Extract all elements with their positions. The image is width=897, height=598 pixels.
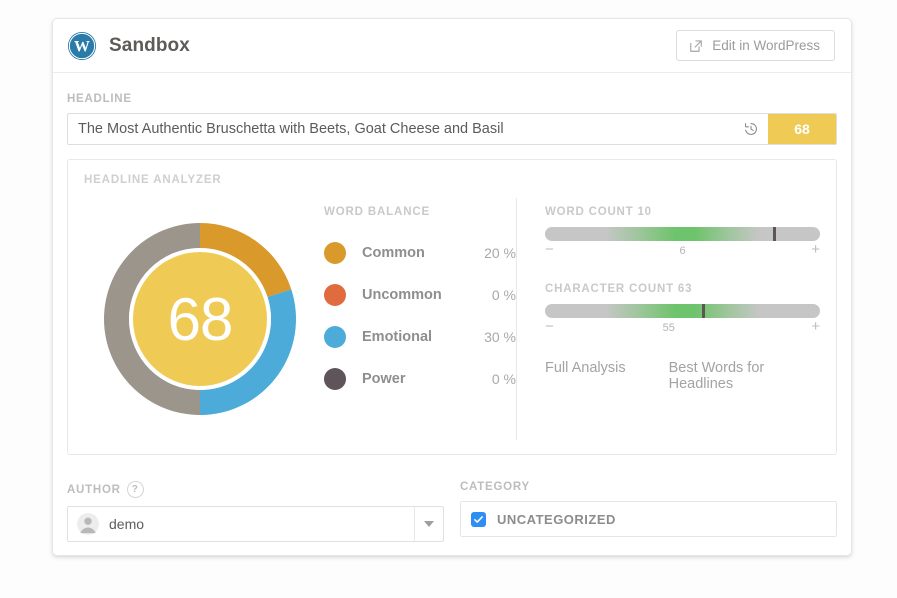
legend-percent-emotional: 30 % bbox=[484, 329, 516, 345]
category-section: CATEGORY UNCATEGORIZED bbox=[460, 481, 837, 542]
legend-percent-common: 20 % bbox=[484, 245, 516, 261]
legend-label-power: Power bbox=[362, 371, 406, 387]
category-field-label: CATEGORY bbox=[460, 481, 837, 493]
character-count-meter: CHARACTER COUNT 63 − 55 + bbox=[545, 283, 820, 338]
category-checkbox-uncategorized[interactable] bbox=[471, 511, 486, 527]
donut-chart-wrap: 68 bbox=[88, 207, 312, 431]
word-count-track[interactable] bbox=[545, 227, 820, 241]
legend-item-emotional: Emotional 30 % bbox=[324, 316, 516, 358]
headline-input[interactable] bbox=[68, 114, 734, 144]
author-selected-value: demo bbox=[109, 516, 145, 532]
word-count-meter: WORD COUNT 10 − 6 + bbox=[545, 206, 820, 261]
edit-in-wordpress-button[interactable]: Edit in WordPress bbox=[676, 30, 835, 61]
character-count-label: CHARACTER COUNT 63 bbox=[545, 283, 693, 295]
character-count-scale: − 55 + bbox=[545, 318, 820, 338]
legend-label-common: Common bbox=[362, 245, 425, 261]
category-label-text: CATEGORY bbox=[460, 481, 530, 493]
category-list: UNCATEGORIZED bbox=[460, 501, 837, 537]
author-help-icon[interactable]: ? bbox=[126, 481, 144, 498]
legend-dot-power bbox=[324, 368, 346, 390]
headline-score-badge[interactable]: 68 bbox=[768, 114, 836, 144]
donut-chart-svg bbox=[104, 223, 296, 415]
author-dropdown-toggle[interactable] bbox=[414, 507, 443, 541]
character-count-track[interactable] bbox=[545, 304, 820, 318]
headline-history-button[interactable] bbox=[734, 114, 768, 144]
headline-field-label: HEADLINE bbox=[67, 93, 837, 105]
best-words-link[interactable]: Best Words for Headlines bbox=[669, 360, 820, 392]
headline-analyzer-panel: HEADLINE ANALYZER 68 WORD BALANCE Common… bbox=[67, 159, 837, 455]
legend-item-power: Power 0 % bbox=[324, 358, 516, 400]
word-balance-chart: 68 bbox=[84, 194, 316, 444]
checkmark-icon bbox=[474, 515, 483, 523]
user-avatar-icon bbox=[77, 513, 99, 535]
author-section: AUTHOR ? demo bbox=[67, 481, 444, 542]
word-count-label: WORD COUNT 10 bbox=[545, 206, 652, 218]
svg-text:W: W bbox=[74, 38, 90, 55]
site-title: Sandbox bbox=[109, 34, 190, 56]
word-count-scale: − 6 + bbox=[545, 241, 820, 261]
word-count-mid-label: 6 bbox=[679, 245, 686, 257]
post-editor-card: W Sandbox Edit in WordPress HEADLINE The… bbox=[52, 18, 852, 556]
author-select[interactable]: demo bbox=[67, 506, 444, 542]
card-header: W Sandbox Edit in WordPress bbox=[53, 19, 851, 73]
external-link-icon bbox=[690, 39, 703, 52]
word-count-minus: − bbox=[545, 241, 554, 258]
full-analysis-link[interactable]: Full Analysis bbox=[545, 360, 669, 392]
legend-label-emotional: Emotional bbox=[362, 329, 433, 345]
author-label-text: AUTHOR bbox=[67, 483, 121, 496]
character-count-marker bbox=[701, 304, 705, 318]
legend-item-uncommon: Uncommon 0 % bbox=[324, 274, 516, 316]
character-count-optimal-band bbox=[605, 304, 760, 318]
word-balance-title: WORD BALANCE bbox=[324, 206, 431, 218]
category-label-uncategorized: UNCATEGORIZED bbox=[497, 511, 616, 527]
word-count-marker bbox=[773, 227, 777, 241]
analyzer-links: Full Analysis Best Words for Headlines bbox=[545, 360, 820, 392]
legend-item-common: Common 20 % bbox=[324, 232, 516, 274]
headline-row: 68 bbox=[67, 113, 837, 145]
legend-percent-uncommon: 0 % bbox=[491, 287, 516, 303]
legend-dot-uncommon bbox=[324, 284, 346, 306]
analyzer-meters: WORD COUNT 10 − 6 + CHARACTER COUNT 63 −… bbox=[517, 194, 820, 444]
revision-history-icon bbox=[745, 122, 757, 135]
author-field-label: AUTHOR ? bbox=[67, 481, 444, 498]
word-count-plus: + bbox=[811, 241, 820, 258]
analyzer-columns: 68 WORD BALANCE Common 20 % Uncommon 0 %… bbox=[84, 194, 820, 444]
chevron-down-icon bbox=[424, 521, 434, 527]
headline-label-text: HEADLINE bbox=[67, 93, 132, 105]
card-body: HEADLINE 68 HEADLINE ANALYZER bbox=[53, 73, 851, 542]
legend-dot-common bbox=[324, 242, 346, 264]
character-count-plus: + bbox=[811, 318, 820, 335]
bottom-row: AUTHOR ? demo CATEGORY UNCATEGORIZED bbox=[67, 481, 837, 542]
wordpress-logo-icon: W bbox=[67, 31, 97, 60]
edit-in-wordpress-label: Edit in WordPress bbox=[712, 38, 820, 53]
legend-percent-power: 0 % bbox=[491, 371, 516, 387]
app-root: W Sandbox Edit in WordPress HEADLINE The… bbox=[0, 0, 897, 598]
legend-label-uncommon: Uncommon bbox=[362, 287, 442, 303]
analyzer-title: HEADLINE ANALYZER bbox=[84, 174, 222, 186]
character-count-mid-label: 55 bbox=[662, 322, 675, 334]
legend-dot-emotional bbox=[324, 326, 346, 348]
word-count-optimal-band bbox=[605, 227, 760, 241]
character-count-minus: − bbox=[545, 318, 554, 335]
word-balance-legend: WORD BALANCE Common 20 % Uncommon 0 % Em… bbox=[316, 194, 516, 444]
